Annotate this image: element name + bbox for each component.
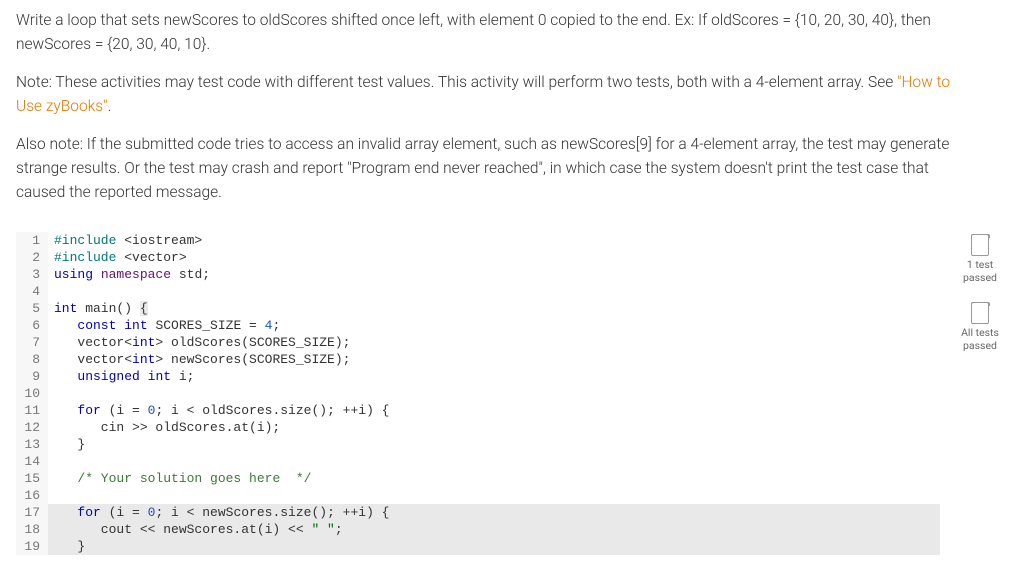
code-editor-wrap: 1#include <iostream> 2#include <vector> … (16, 232, 940, 555)
code-line: 8 vector<int> newScores(SCORES_SIZE); (16, 351, 940, 368)
code-line: 14 (16, 453, 940, 470)
code-line-highlight: 17 for (i = 0; i < newScores.size(); ++i… (16, 504, 940, 521)
code-editor[interactable]: 1#include <iostream> 2#include <vector> … (16, 232, 940, 555)
code-line: 12 cin >> oldScores.at(i); (16, 419, 940, 436)
code-line: 15 /* Your solution goes here */ (16, 470, 940, 487)
instruction-paragraph: Also note: If the submitted code tries t… (16, 132, 976, 204)
code-line: 1#include <iostream> (16, 232, 940, 249)
code-line: 7 vector<int> oldScores(SCORES_SIZE); (16, 334, 940, 351)
test-status-icon (971, 302, 989, 324)
code-line: 9 unsigned int i; (16, 368, 940, 385)
code-line: 5int main() { (16, 300, 940, 317)
test-status-icon (971, 234, 989, 256)
code-line: 16 (16, 487, 940, 504)
test-status-label: 1 test passed (963, 259, 997, 284)
test-status-item: 1 test passed (963, 234, 997, 284)
text: . (108, 97, 112, 115)
test-status-label: All tests passed (961, 327, 999, 352)
code-line: 11 for (i = 0; i < oldScores.size(); ++i… (16, 402, 940, 419)
code-line-highlight: 19 } (16, 538, 940, 555)
code-line: 3using namespace std; (16, 266, 940, 283)
code-line: 10 (16, 385, 940, 402)
code-line: 6 const int SCORES_SIZE = 4; (16, 317, 940, 334)
code-line: 2#include <vector> (16, 249, 940, 266)
code-line: 4 (16, 283, 940, 300)
text: Note: These activities may test code wit… (16, 73, 897, 91)
test-status-item: All tests passed (961, 302, 999, 352)
problem-instructions: Write a loop that sets newScores to oldS… (16, 8, 976, 204)
code-line: 13 } (16, 436, 940, 453)
instruction-paragraph: Note: These activities may test code wit… (16, 70, 976, 118)
instruction-paragraph: Write a loop that sets newScores to oldS… (16, 8, 976, 56)
code-line-highlight: 18 cout << newScores.at(i) << " "; (16, 521, 940, 538)
code-area: 1#include <iostream> 2#include <vector> … (16, 232, 1008, 555)
test-status-column: 1 test passed All tests passed (952, 232, 1008, 352)
